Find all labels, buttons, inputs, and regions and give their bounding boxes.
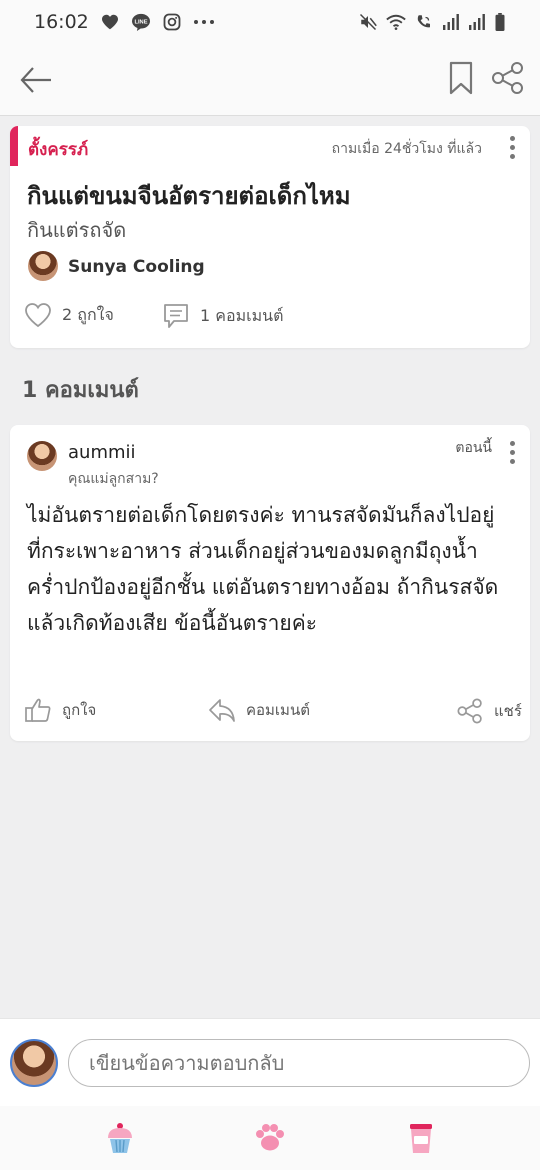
commenter-subtitle: คุณแม่ลูกสาม? [68, 471, 159, 487]
thumbs-up-icon [25, 698, 51, 722]
line-icon: LINE [131, 13, 150, 31]
category-tag[interactable]: ตั้งครรภ์ [28, 136, 88, 163]
kebab-dot [509, 449, 515, 455]
comment-share-label: แชร์ [494, 702, 522, 720]
reply-arrow-icon [209, 699, 235, 722]
cupcake-icon [108, 1123, 132, 1153]
comment-body: ไม่อันตรายต่อเด็กโดยตรงค่ะ ทานรสจัดมันก็… [27, 503, 499, 635]
wifi-icon [386, 14, 406, 30]
comment-reply-label: คอมเมนต์ [246, 701, 310, 719]
author-avatar[interactable] [28, 251, 58, 281]
bookmark-button[interactable] [448, 60, 474, 96]
kebab-dot [509, 440, 515, 446]
cup-icon [410, 1124, 432, 1153]
comment-like-button[interactable]: ถูกใจ [24, 697, 96, 723]
comment-like-label: ถูกใจ [62, 701, 97, 719]
question-card: ตั้งครรภ์ ถามเมื่อ 24ชั่วโมง ที่แล้ว กิน… [10, 126, 530, 348]
status-bar: 16:02 LINE [0, 0, 540, 44]
question-like-button[interactable]: 2 ถูกใจ [24, 302, 114, 328]
kebab-dot [509, 458, 515, 464]
question-comment-count: 1 คอมเมนต์ [200, 305, 284, 325]
comment-menu-button[interactable] [502, 439, 522, 465]
question-title: กินแต่ขนมจีนอัตรายต่อเด็กไหม [27, 182, 351, 210]
nav-cup-button[interactable] [403, 1120, 439, 1156]
instagram-icon [163, 13, 181, 31]
commenter-avatar[interactable] [27, 441, 57, 471]
user-avatar[interactable] [10, 1039, 58, 1087]
comment-time: ตอนนี้ [455, 440, 492, 456]
status-time: 16:02 [34, 11, 89, 33]
status-right [358, 13, 506, 31]
comment-reply-button[interactable]: คอมเมนต์ [208, 697, 310, 723]
comments-section-title: 1 คอมเมนต์ [22, 378, 139, 403]
comment-card: aummii คุณแม่ลูกสาม? ตอนนี้ ไม่อันตรายต่… [10, 425, 530, 741]
comment-share-button[interactable]: แชร์ [456, 697, 522, 725]
author-name[interactable]: Sunya Cooling [68, 257, 205, 277]
svg-text:LINE: LINE [134, 20, 147, 26]
comment-actions: ถูกใจ คอมเมนต์ แชร์ [24, 697, 524, 727]
wifi-call-icon [417, 15, 430, 28]
mute-icon [359, 13, 377, 31]
nav-paw-button[interactable] [252, 1120, 288, 1156]
back-button[interactable] [18, 62, 54, 98]
battery-icon [495, 13, 505, 31]
share-button[interactable] [490, 60, 526, 96]
heart-outline-icon [25, 303, 51, 328]
back-arrow-icon [20, 67, 51, 93]
status-left: 16:02 LINE [34, 11, 215, 33]
comment-bubble-icon [164, 304, 188, 328]
nav-cupcake-button[interactable] [102, 1120, 138, 1156]
app-header [0, 44, 540, 116]
kebab-dot [509, 135, 515, 141]
kebab-dot [509, 144, 515, 150]
heart-icon [101, 14, 118, 30]
signal-icon [469, 14, 485, 30]
kebab-dot [509, 153, 515, 159]
question-time: ถามเมื่อ 24ชั่วโมง ที่แล้ว [331, 141, 482, 157]
bookmark-icon [449, 61, 473, 95]
bottom-nav [0, 1106, 540, 1170]
category-accent-bar [10, 126, 18, 166]
commenter-name[interactable]: aummii [68, 442, 136, 463]
question-menu-button[interactable] [502, 134, 522, 160]
reply-input[interactable] [68, 1039, 530, 1087]
reply-bar [0, 1018, 540, 1106]
question-comment-button[interactable]: 1 คอมเมนต์ [162, 302, 283, 330]
paw-icon [256, 1124, 284, 1151]
more-dots-icon [193, 20, 214, 24]
signal-icon [443, 14, 459, 30]
question-detail: กินแต่รถจัด [27, 218, 127, 242]
share-icon [457, 698, 482, 724]
question-like-count: 2 ถูกใจ [62, 304, 114, 324]
share-icon [492, 62, 523, 94]
